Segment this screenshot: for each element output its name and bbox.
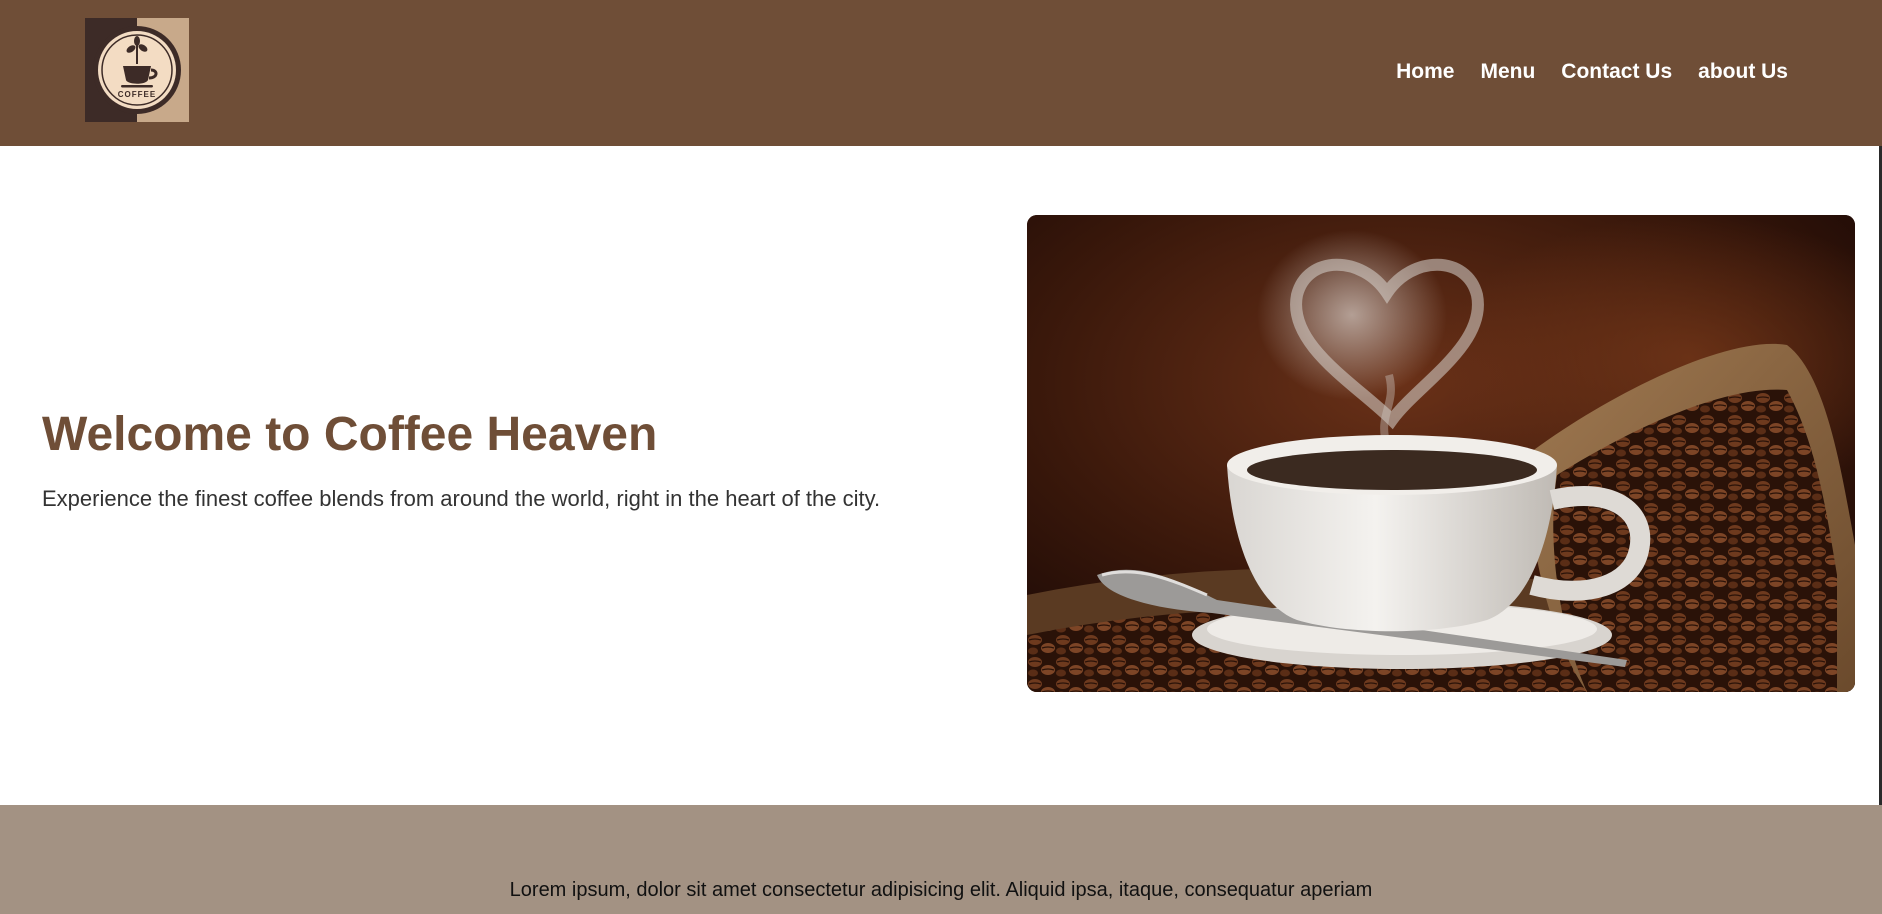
- hero-image: [1027, 215, 1855, 692]
- nav-about-link[interactable]: about Us: [1698, 57, 1788, 87]
- footer-band: Lorem ipsum, dolor sit amet consectetur …: [0, 805, 1882, 914]
- nav-home-link[interactable]: Home: [1396, 57, 1454, 87]
- coffee-logo[interactable]: COFFEE: [85, 18, 189, 122]
- nav-menu-link[interactable]: Menu: [1480, 57, 1535, 87]
- footer-text: Lorem ipsum, dolor sit amet consectetur …: [509, 879, 1373, 901]
- site-header: COFFEE Home Menu Contact Us about Us: [0, 0, 1882, 146]
- coffee-cup-logo-icon: [93, 26, 181, 114]
- hero-subtitle: Experience the finest coffee blends from…: [42, 486, 881, 511]
- logo-text: COFFEE: [117, 90, 157, 99]
- hero-title: Welcome to Coffee Heaven: [42, 408, 658, 461]
- coffee-cup-photo: [1027, 215, 1855, 692]
- nav-contact-link[interactable]: Contact Us: [1561, 57, 1672, 87]
- main-nav: Home Menu Contact Us about Us: [1396, 57, 1788, 87]
